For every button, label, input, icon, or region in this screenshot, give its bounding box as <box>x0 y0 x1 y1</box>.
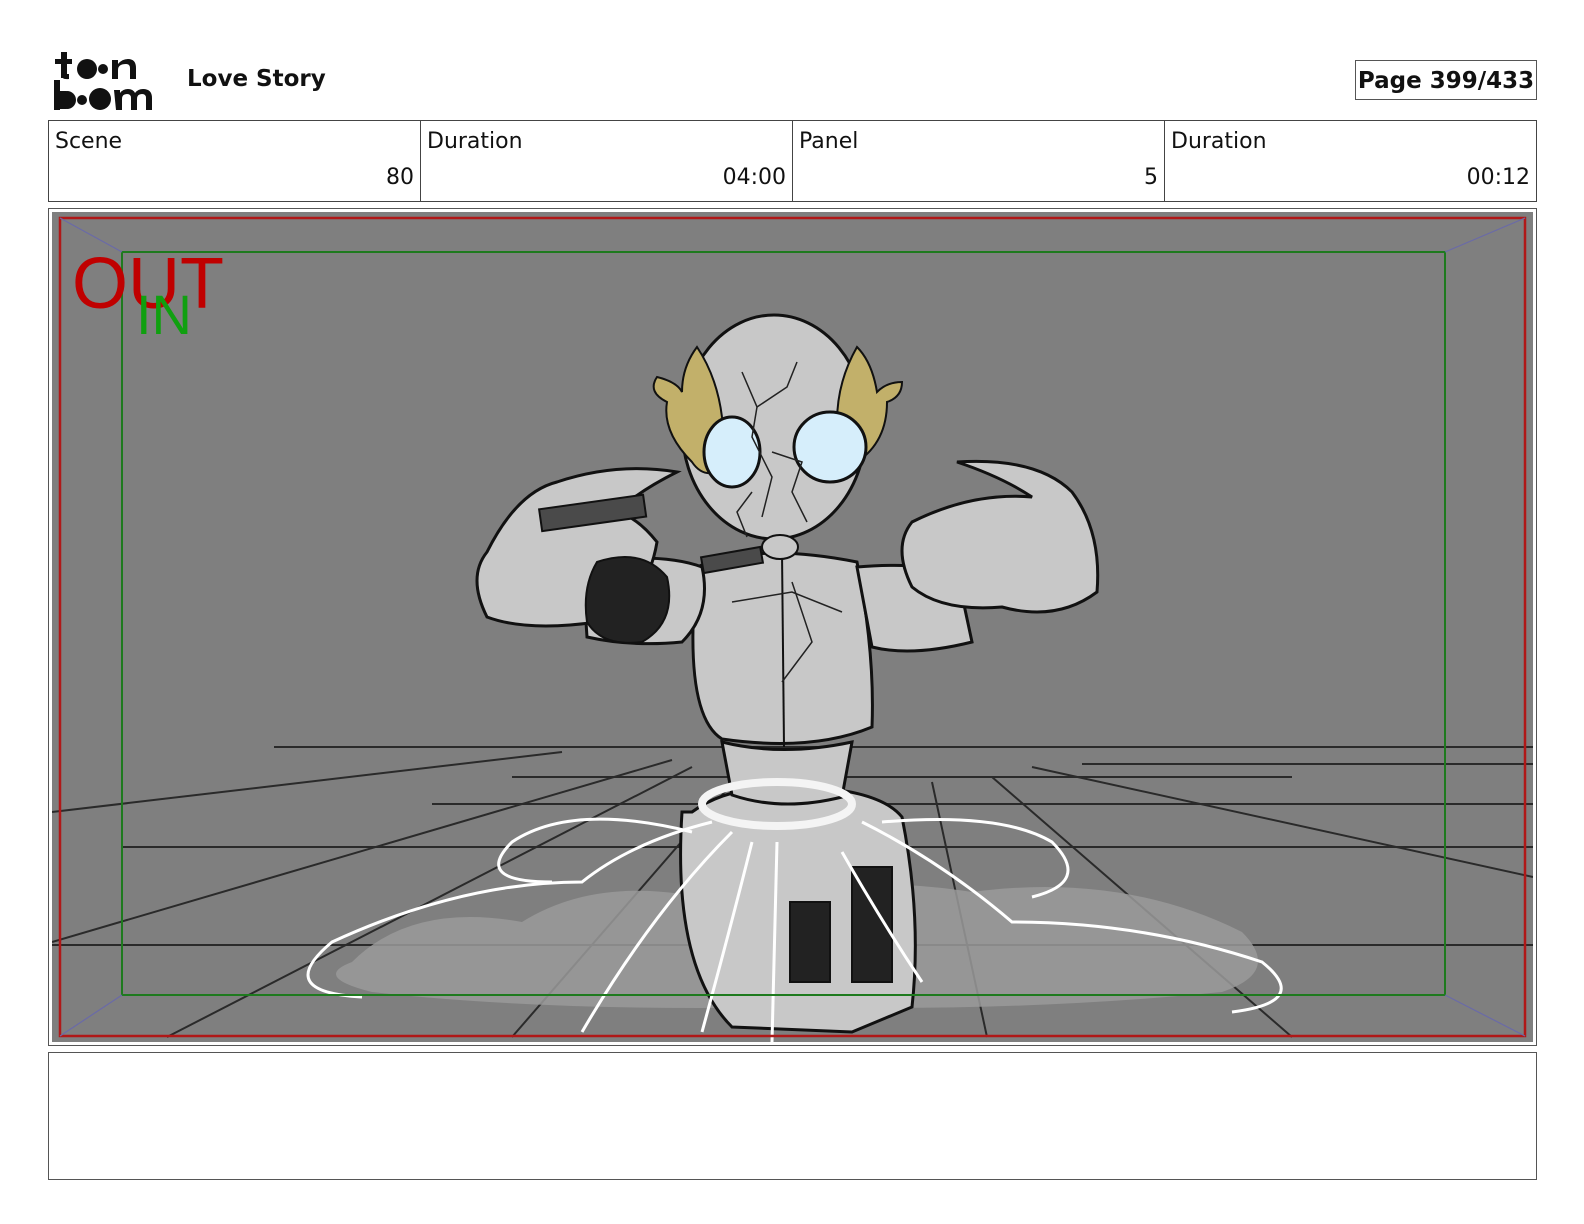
panel-label: Panel <box>799 129 859 154</box>
in-frame-label: IN <box>136 283 192 346</box>
panel-notes-box <box>48 1052 1537 1180</box>
scene-duration-cell: Duration 04:00 <box>421 121 793 201</box>
panel-cell: Panel 5 <box>793 121 1165 201</box>
panel-duration-cell: Duration 00:12 <box>1165 121 1536 201</box>
character-neck <box>761 534 799 560</box>
scene-duration-value: 04:00 <box>722 165 786 190</box>
scene-cell: Scene 80 <box>49 121 421 201</box>
panel-info-table: Scene 80 Duration 04:00 Panel 5 Duration… <box>48 120 1537 202</box>
scene-label: Scene <box>55 129 123 154</box>
panel-duration-value: 00:12 <box>1466 165 1530 190</box>
toon-boom-logo <box>52 50 164 112</box>
character-eye-right <box>792 410 868 484</box>
character-waist <box>720 739 854 806</box>
character-left-glove <box>584 556 671 644</box>
character-leg-left <box>789 901 831 983</box>
page-number: Page 399/433 <box>1355 60 1537 100</box>
storyboard-panel: OUT IN <box>48 208 1537 1046</box>
panel-duration-label: Duration <box>1171 129 1267 154</box>
character-eye-left <box>702 415 762 489</box>
project-title: Love Story <box>187 66 326 92</box>
panel-drawing: OUT IN <box>52 212 1533 1042</box>
scene-duration-label: Duration <box>427 129 523 154</box>
panel-value: 5 <box>1144 165 1158 190</box>
scene-value: 80 <box>386 165 414 190</box>
